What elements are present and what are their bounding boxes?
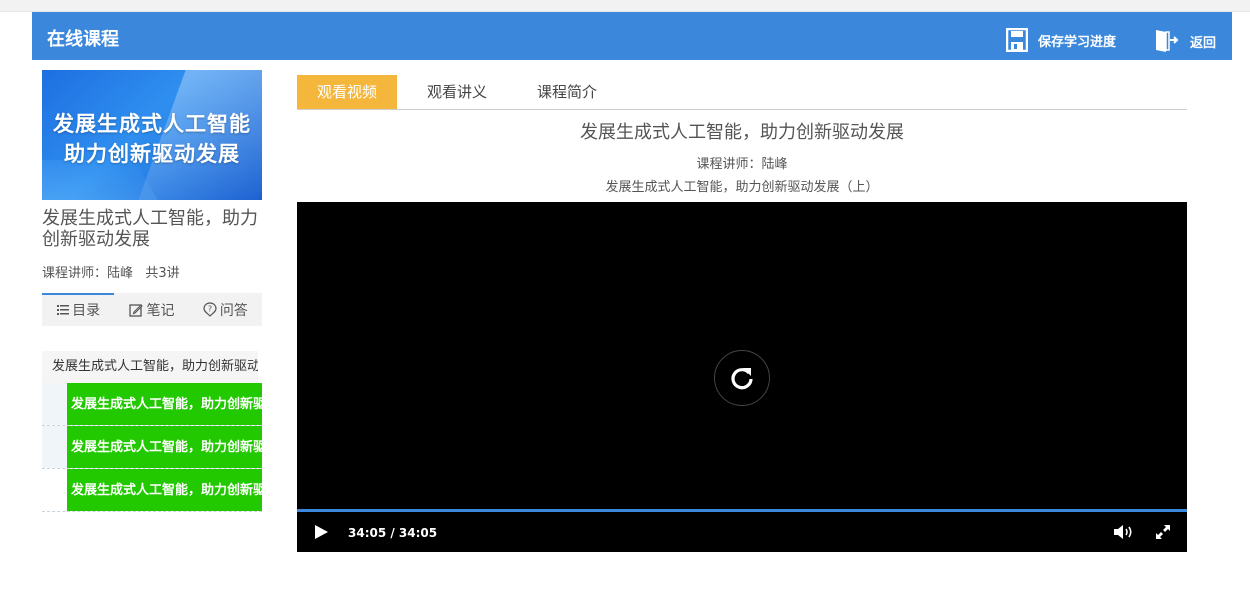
replay-button[interactable] xyxy=(714,350,770,406)
main-content: 观看视频 观看讲义 课程简介 发展生成式人工智能，助力创新驱动发展 课程讲师：陆… xyxy=(297,75,1187,552)
video-player[interactable]: 34:05 / 34:05 xyxy=(297,202,1187,552)
volume-icon[interactable] xyxy=(1113,524,1135,540)
fullscreen-icon[interactable] xyxy=(1155,524,1171,540)
tab-course-intro[interactable]: 课程简介 xyxy=(517,75,617,109)
time-display: 34:05 / 34:05 xyxy=(348,526,438,540)
banner-line-1: 发展生成式人工智能 xyxy=(53,112,251,136)
svg-text:?: ? xyxy=(208,305,212,314)
banner-line-2: 助力创新驱动发展 xyxy=(64,142,240,166)
lesson-item[interactable]: 发展生成式人工智能，助力创新驱动发展（下） xyxy=(67,469,262,511)
sidebar-tab-label: 问答 xyxy=(219,302,248,319)
lesson-row: 发展生成式人工智能，助力创新驱动发展（下） xyxy=(42,469,262,512)
tab-watch-video[interactable]: 观看视频 xyxy=(297,75,398,109)
save-progress-label: 保存学习进度 xyxy=(1038,34,1117,50)
sidebar-tab-notes[interactable]: 笔记 xyxy=(115,293,188,326)
course-meta: 课程讲师：陆峰 共3讲 xyxy=(42,266,180,281)
course-banner: 发展生成式人工智能 助力创新驱动发展 xyxy=(42,70,262,200)
episode-title: 发展生成式人工智能，助力创新驱动发展（上） xyxy=(605,180,879,195)
list-icon xyxy=(57,304,70,315)
exit-door-icon xyxy=(1156,30,1179,52)
edit-icon xyxy=(129,303,144,317)
question-icon: ? xyxy=(203,302,217,317)
lesson-row: 发展生成式人工智能，助力创新驱动发展（上） xyxy=(42,383,262,426)
active-tab-indicator xyxy=(42,293,114,295)
lesson-item[interactable]: 发展生成式人工智能，助力创新驱动发展（上） xyxy=(67,383,262,425)
chapter-heading[interactable]: 发展生成式人工智能，助力创新驱动发展 xyxy=(42,351,258,383)
sidebar-tab-catalog[interactable]: 目录 xyxy=(42,293,115,326)
save-icon xyxy=(1006,28,1028,52)
sidebar: 发展生成式人工智能 助力创新驱动发展 发展生成式人工智能，助力创新驱动发展 课程… xyxy=(42,70,262,512)
play-icon[interactable] xyxy=(313,524,329,540)
back-label: 返回 xyxy=(1190,35,1217,51)
save-progress-button[interactable]: 保存学习进度 xyxy=(1006,28,1116,52)
replay-icon xyxy=(731,368,753,390)
tab-lecture-notes[interactable]: 观看讲义 xyxy=(407,75,507,109)
sidebar-tab-label: 笔记 xyxy=(146,302,175,319)
back-button[interactable]: 返回 xyxy=(1154,28,1216,54)
video-title: 发展生成式人工智能，助力创新驱动发展 xyxy=(580,122,904,143)
sidebar-tab-label: 目录 xyxy=(72,302,101,319)
lesson-list: 发展生成式人工智能，助力创新驱动发展（上） 发展生成式人工智能，助力创新驱动发展… xyxy=(42,383,262,512)
lecturer-info: 课程讲师：陆峰 xyxy=(696,157,788,172)
header-bar: 在线课程 保存学习进度 返回 xyxy=(32,12,1232,60)
sidebar-tabs: 目录 笔记 ? 问答 xyxy=(42,293,262,326)
player-controls: 34:05 / 34:05 xyxy=(297,512,1187,552)
browser-top-strip xyxy=(0,0,1250,12)
sidebar-tab-qa[interactable]: ? 问答 xyxy=(189,293,262,326)
main-tabs: 观看视频 观看讲义 课程简介 xyxy=(297,75,1187,110)
lesson-row: 发展生成式人工智能，助力创新驱动发展（中） xyxy=(42,426,262,469)
course-title: 发展生成式人工智能，助力创新驱动发展 xyxy=(42,208,258,250)
page-title: 在线课程 xyxy=(47,29,119,50)
lesson-item[interactable]: 发展生成式人工智能，助力创新驱动发展（中） xyxy=(67,426,262,468)
